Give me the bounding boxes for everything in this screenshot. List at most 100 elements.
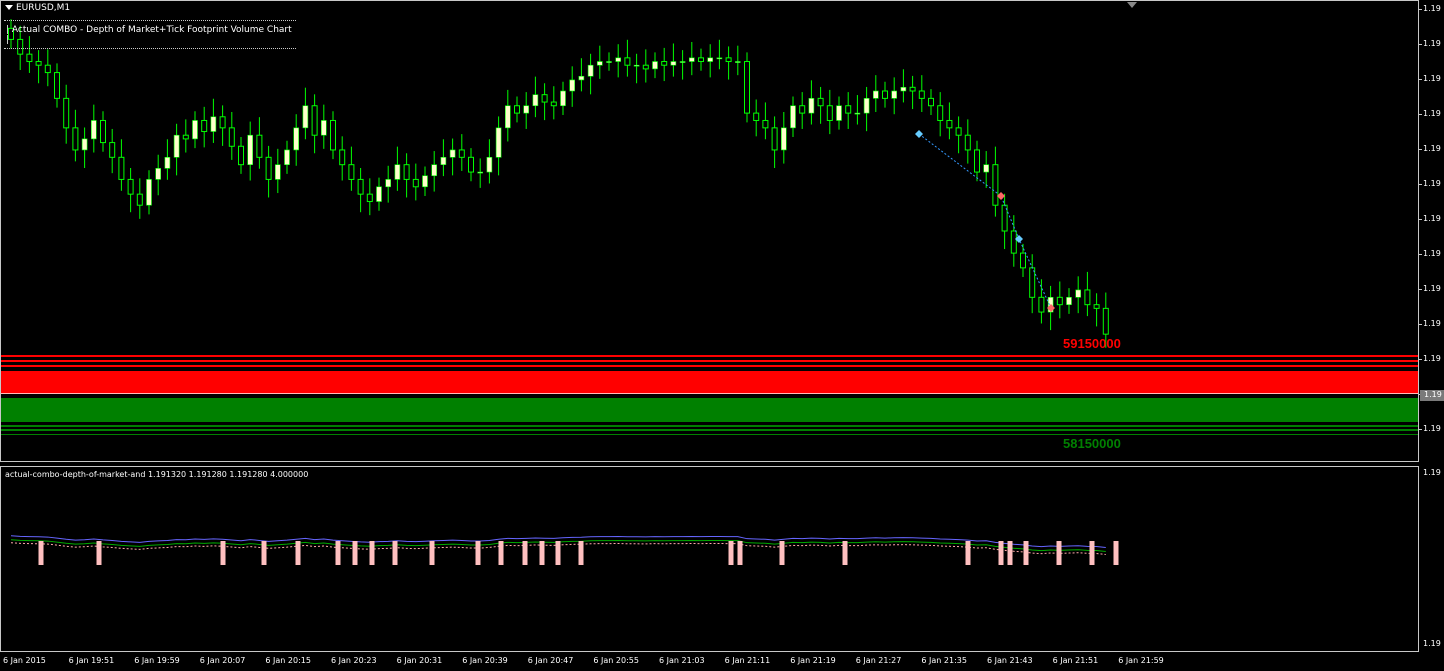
- volume-spike-bar: [1089, 541, 1095, 565]
- candle-body-bull: [284, 149, 290, 165]
- indicator-canvas[interactable]: [1, 467, 1419, 652]
- candle-body-bear: [311, 105, 318, 136]
- candle-body-bull: [91, 120, 97, 140]
- candle-body-bear: [661, 61, 668, 66]
- price-axis-tick: [1419, 429, 1422, 430]
- candle-body-bull: [854, 112, 861, 115]
- volume-spike-bar: [728, 541, 734, 565]
- volume-spike-bar: [261, 541, 267, 565]
- candle-body-bull: [863, 98, 870, 114]
- candle-body-bull: [900, 87, 907, 92]
- price-axis-tick: [1419, 219, 1422, 220]
- main-chart-window[interactable]: [0, 0, 1419, 462]
- candle-body-bear: [1102, 307, 1109, 335]
- candle-body-bear: [201, 119, 208, 133]
- time-axis-label: 6 Jan 20:23: [331, 656, 377, 665]
- candle-body-bull: [532, 94, 539, 107]
- volume-spike-bar: [498, 541, 504, 565]
- candle-body-bear: [642, 64, 649, 70]
- candle-body-bear: [1056, 296, 1063, 306]
- price-axis-label: 1.19: [1423, 74, 1441, 83]
- candle-body-bull: [780, 127, 787, 151]
- candle-body-bull: [422, 175, 428, 188]
- ask-depth-line: [1, 355, 1418, 357]
- candle-body-bull: [320, 120, 327, 136]
- candle-body-bull: [486, 157, 493, 173]
- candle-body-bear: [771, 127, 778, 151]
- candle-body-bear: [182, 134, 189, 140]
- candle-body-bear: [882, 90, 888, 99]
- price-axis-tick: [1419, 79, 1422, 80]
- time-axis-label: 6 Jan 20:31: [396, 656, 443, 665]
- candle-body-bull: [707, 57, 714, 62]
- candle-body-bear: [348, 164, 355, 180]
- candle-body-bear: [118, 156, 125, 180]
- candle-body-bull: [376, 186, 382, 202]
- volume-spike-bar: [737, 541, 743, 565]
- price-axis-label: 1.19: [1423, 4, 1441, 13]
- candle-body-bull: [1075, 289, 1081, 298]
- candle-body-bear: [744, 61, 750, 114]
- candle-body-bull: [808, 98, 815, 114]
- current-price-tag: 1.19: [1420, 390, 1444, 401]
- candle-body-bear: [54, 72, 60, 99]
- candle-body-bear: [698, 57, 704, 63]
- volume-spike-bar: [578, 541, 584, 565]
- price-axis-label: 1.19: [1423, 179, 1441, 188]
- candle-body-bear: [412, 178, 419, 188]
- dropdown-triangle-icon[interactable]: [5, 5, 13, 10]
- candle-body-bear: [909, 86, 916, 92]
- candle-body-bull: [615, 57, 622, 62]
- candle-body-bear: [918, 90, 925, 99]
- time-axis-label: 6 Jan 20:47: [527, 656, 574, 665]
- volume-spike-bar: [965, 541, 971, 565]
- time-axis-label: 6 Jan 21:11: [724, 656, 771, 665]
- volume-spike-bar: [295, 541, 301, 565]
- candle-body-bear: [1020, 252, 1026, 269]
- candle-body-bear: [946, 119, 953, 129]
- candle-body-bear: [799, 105, 806, 114]
- candle-body-bull: [790, 105, 796, 129]
- bid-depth-line: [1, 429, 1418, 431]
- price-axis-tick: [1419, 149, 1422, 150]
- candle-body-bear: [1084, 289, 1091, 306]
- subwindow-price-axis[interactable]: 1.19 1.19: [1419, 466, 1444, 652]
- candle-body-bull: [606, 61, 612, 63]
- price-axis-label: 1.19: [1423, 214, 1441, 223]
- volume-spike-bar: [998, 541, 1004, 565]
- price-axis-label: 1.19: [1423, 39, 1441, 48]
- candle-body-bull: [596, 61, 603, 66]
- candle-body-bear: [403, 164, 410, 180]
- time-axis-label: 6 Jan 21:43: [987, 656, 1033, 665]
- price-chart-canvas[interactable]: [1, 1, 1419, 462]
- candle-body-bear: [974, 149, 980, 173]
- candle-body-bear: [753, 112, 760, 121]
- volume-spike-bar: [220, 541, 226, 565]
- candle-body-bear: [955, 127, 962, 136]
- volume-spike-bar: [1056, 541, 1062, 565]
- candle-body-bull: [431, 164, 438, 177]
- volume-spike-bar: [1007, 541, 1013, 565]
- time-axis-label: 6 Jan 20:39: [462, 656, 508, 665]
- symbol-label[interactable]: EURUSD,M1: [5, 3, 70, 13]
- price-axis-label: 1.19: [1423, 249, 1441, 258]
- volume-spike-bar: [352, 541, 358, 565]
- time-axis[interactable]: 6 Jan 2015 6 Jan 19:51 6 Jan 19:59 6 Jan 20…: [0, 652, 1419, 671]
- volume-spike-bar: [539, 541, 545, 565]
- candle-body-bull: [679, 61, 686, 63]
- ask-depth-band: [1, 371, 1418, 393]
- candle-body-bear: [992, 164, 999, 206]
- candle-body-bear: [458, 149, 465, 158]
- symbol-text: EURUSD,M1: [16, 3, 71, 13]
- candle-body-bull: [495, 127, 502, 158]
- candle-body-bear: [238, 145, 244, 166]
- candle-body-bear: [624, 57, 631, 66]
- candle-body-bear: [265, 156, 272, 180]
- candle-body-bear: [109, 142, 116, 158]
- candle-body-bull: [560, 90, 566, 107]
- candle-body-bear: [817, 97, 824, 107]
- indicator-subwindow[interactable]: [0, 466, 1419, 652]
- candle-body-bull: [1066, 297, 1072, 305]
- candle-body-bull: [274, 164, 281, 180]
- window-scroll-marker-icon[interactable]: [1127, 2, 1137, 8]
